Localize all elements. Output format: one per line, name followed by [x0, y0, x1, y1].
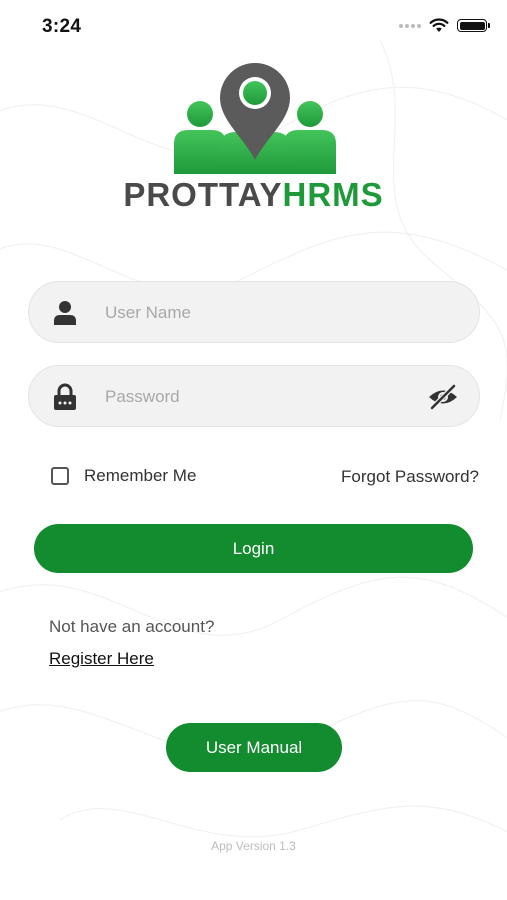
battery-icon	[457, 19, 490, 32]
brand-wordmark: PROTTAYHRMS	[0, 176, 507, 214]
status-bar: 3:24	[0, 0, 507, 54]
location-pin-team-icon	[174, 63, 336, 174]
signal-icon	[399, 23, 421, 28]
eye-off-icon[interactable]	[427, 384, 459, 410]
brand-part-1: PROTTAY	[123, 176, 283, 213]
app-version: App Version 1.3	[211, 839, 296, 853]
password-field[interactable]	[28, 365, 480, 428]
user-manual-button[interactable]: User Manual	[166, 723, 342, 772]
remember-me-label: Remember Me	[84, 466, 197, 485]
username-field[interactable]	[28, 281, 480, 344]
wifi-icon	[429, 18, 449, 32]
status-time: 3:24	[42, 16, 82, 37]
person-icon	[54, 301, 76, 325]
register-prompt: Not have an account?	[49, 617, 215, 636]
password-input[interactable]	[103, 366, 427, 428]
remember-me-checkbox[interactable]: Remember Me	[51, 466, 196, 486]
brand-part-2: HRMS	[282, 176, 384, 213]
lock-icon	[54, 383, 76, 410]
register-link[interactable]: Register Here	[49, 649, 154, 669]
login-button[interactable]: Login	[34, 524, 473, 573]
username-input[interactable]	[103, 282, 427, 344]
forgot-password-link[interactable]: Forgot Password?	[341, 467, 479, 487]
status-icons	[399, 18, 490, 33]
checkbox-box[interactable]	[51, 467, 69, 485]
